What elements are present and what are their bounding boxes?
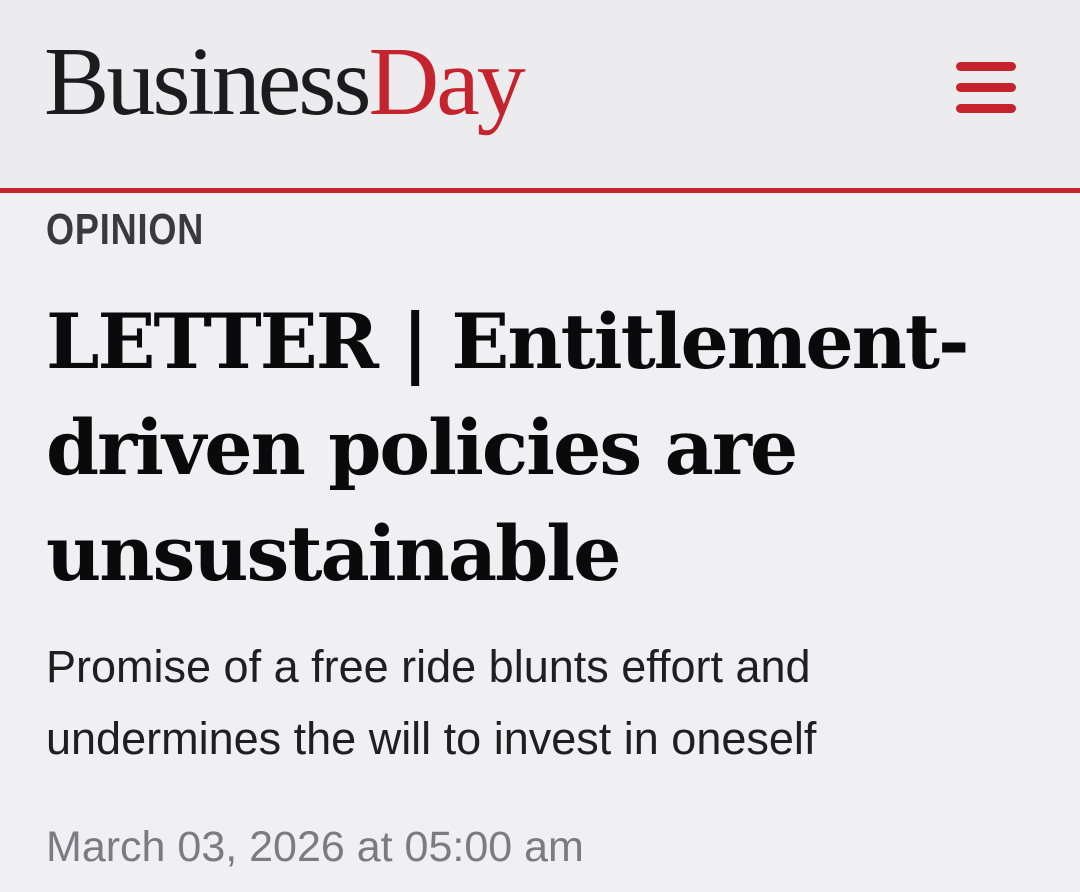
logo-business-text: Business <box>44 28 372 136</box>
article-standfirst: Promise of a free ride blunts effort and… <box>46 641 817 764</box>
menu-bar <box>956 104 1016 113</box>
menu-bar <box>956 62 1016 71</box>
site-logo[interactable]: BusinessDay <box>44 22 526 142</box>
article-timestamp: March 03, 2026 at 05:00 am <box>46 823 584 871</box>
site-header: BusinessDay <box>0 0 1080 193</box>
article-headline: LETTER | Entitlement-driven policies are… <box>46 297 970 598</box>
hamburger-menu-icon[interactable] <box>956 60 1018 116</box>
section-label[interactable]: OPINION <box>46 205 204 255</box>
menu-bar <box>956 83 1016 92</box>
logo-day-text: Day <box>368 28 526 136</box>
